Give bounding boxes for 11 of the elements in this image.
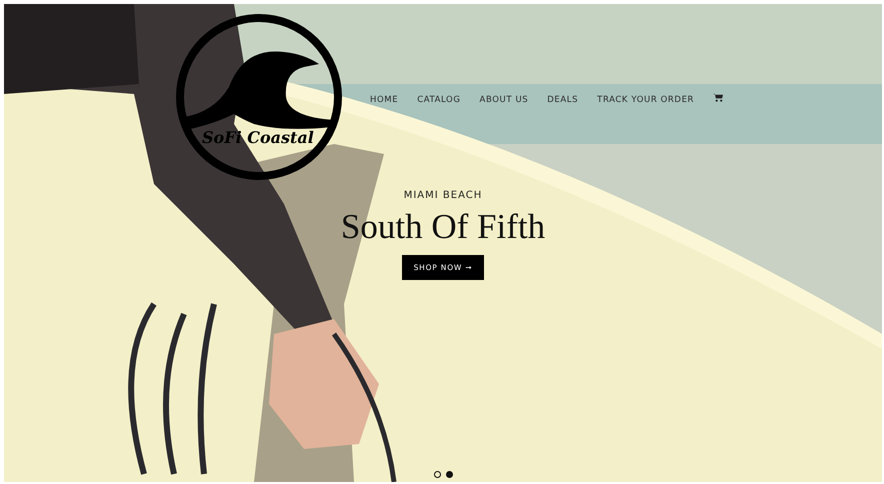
cart-icon[interactable] [713, 92, 724, 102]
wave-logo-icon[interactable] [174, 12, 344, 182]
slide-dot[interactable] [434, 471, 440, 478]
nav-link[interactable]: ABOUT US [480, 95, 528, 105]
hero-subtitle: MIAMI BEACH [404, 190, 482, 201]
nav-link[interactable]: HOME [370, 95, 398, 105]
logo-text[interactable]: SoFi Coastal [202, 128, 314, 147]
nav-link[interactable]: TRACK YOUR ORDER [597, 95, 694, 105]
nav-link[interactable]: CATALOG [417, 95, 461, 105]
hero-title: South Of Fifth [340, 207, 546, 247]
nav-link[interactable]: DEALS [547, 95, 578, 105]
